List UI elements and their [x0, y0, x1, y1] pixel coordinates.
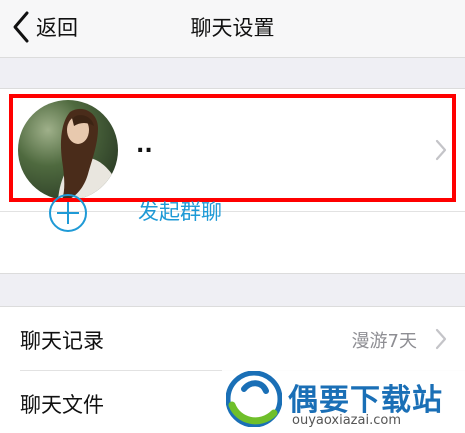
- watermark-url: ouyaoxiazai.com: [292, 413, 401, 428]
- chat-history-value: 漫游7天: [351, 331, 417, 352]
- logo-icon: [225, 370, 283, 428]
- contact-name: ..: [136, 133, 153, 158]
- page-title: 聊天设置: [190, 16, 275, 40]
- avatar: [18, 100, 118, 200]
- add-circle-icon[interactable]: [48, 193, 88, 233]
- contact-section: .. 发起群聊: [0, 88, 465, 274]
- watermark: 偶要下载站 ouyaoxiazai.com: [222, 367, 465, 433]
- start-group-chat-label[interactable]: 发起群聊: [138, 196, 222, 226]
- navigation-bar: 返回 聊天设置: [0, 0, 465, 58]
- chat-history-label: 聊天记录: [20, 329, 104, 353]
- chat-files-label: 聊天文件: [20, 393, 104, 417]
- chat-history-row[interactable]: 聊天记录 漫游7天: [0, 307, 465, 370]
- chevron-right-icon: [434, 139, 448, 161]
- chevron-right-icon: [434, 328, 448, 350]
